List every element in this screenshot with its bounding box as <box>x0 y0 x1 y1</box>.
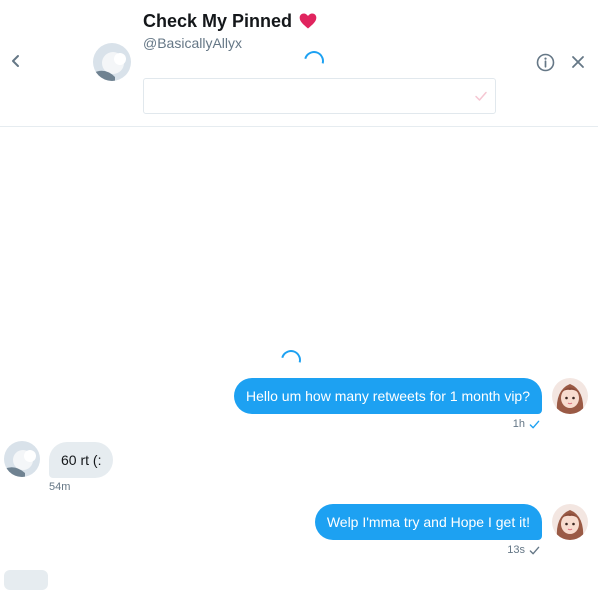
conversation-name-input[interactable] <box>143 78 496 114</box>
check-icon <box>529 546 540 554</box>
message-time: 54m <box>49 481 71 493</box>
conversation-title: Check My Pinned <box>143 10 293 31</box>
message-time: 1h <box>512 418 525 430</box>
message-bubble-received[interactable]: 60 rt (: <box>49 442 114 478</box>
message-meta: 1h <box>513 418 540 430</box>
close-button[interactable] <box>570 54 586 70</box>
message-bubble-sent[interactable]: Welp I'mma try and Hope I get it! <box>314 504 542 540</box>
close-icon <box>572 56 584 68</box>
check-icon[interactable] <box>474 89 488 103</box>
message-bubble-sent[interactable]: Hello um how many retweets for 1 month v… <box>233 378 542 414</box>
conversation-handle: @BasicallyAllyx <box>143 35 243 51</box>
message-bubble-received <box>4 570 48 590</box>
user-avatar[interactable] <box>552 378 588 414</box>
info-button[interactable] <box>536 53 555 72</box>
check-icon <box>529 420 540 428</box>
message-text: Welp I'mma try and Hope I get it! <box>326 514 530 530</box>
message-text: Hello um how many retweets for 1 month v… <box>245 388 530 404</box>
heart-icon <box>299 13 317 29</box>
contact-avatar[interactable] <box>4 441 40 477</box>
contact-avatar[interactable] <box>93 43 131 81</box>
message-time: 13s <box>507 544 525 556</box>
message-text: 60 rt (: <box>61 452 102 468</box>
user-avatar[interactable] <box>552 504 588 540</box>
message-meta: 54m <box>49 481 70 493</box>
chevron-left-icon <box>12 55 19 67</box>
back-button[interactable] <box>6 51 26 71</box>
message-meta: 13s <box>507 544 540 556</box>
spinner-icon <box>277 346 305 374</box>
info-icon <box>536 53 555 72</box>
conversation-title-row[interactable]: Check My Pinned <box>143 9 318 33</box>
